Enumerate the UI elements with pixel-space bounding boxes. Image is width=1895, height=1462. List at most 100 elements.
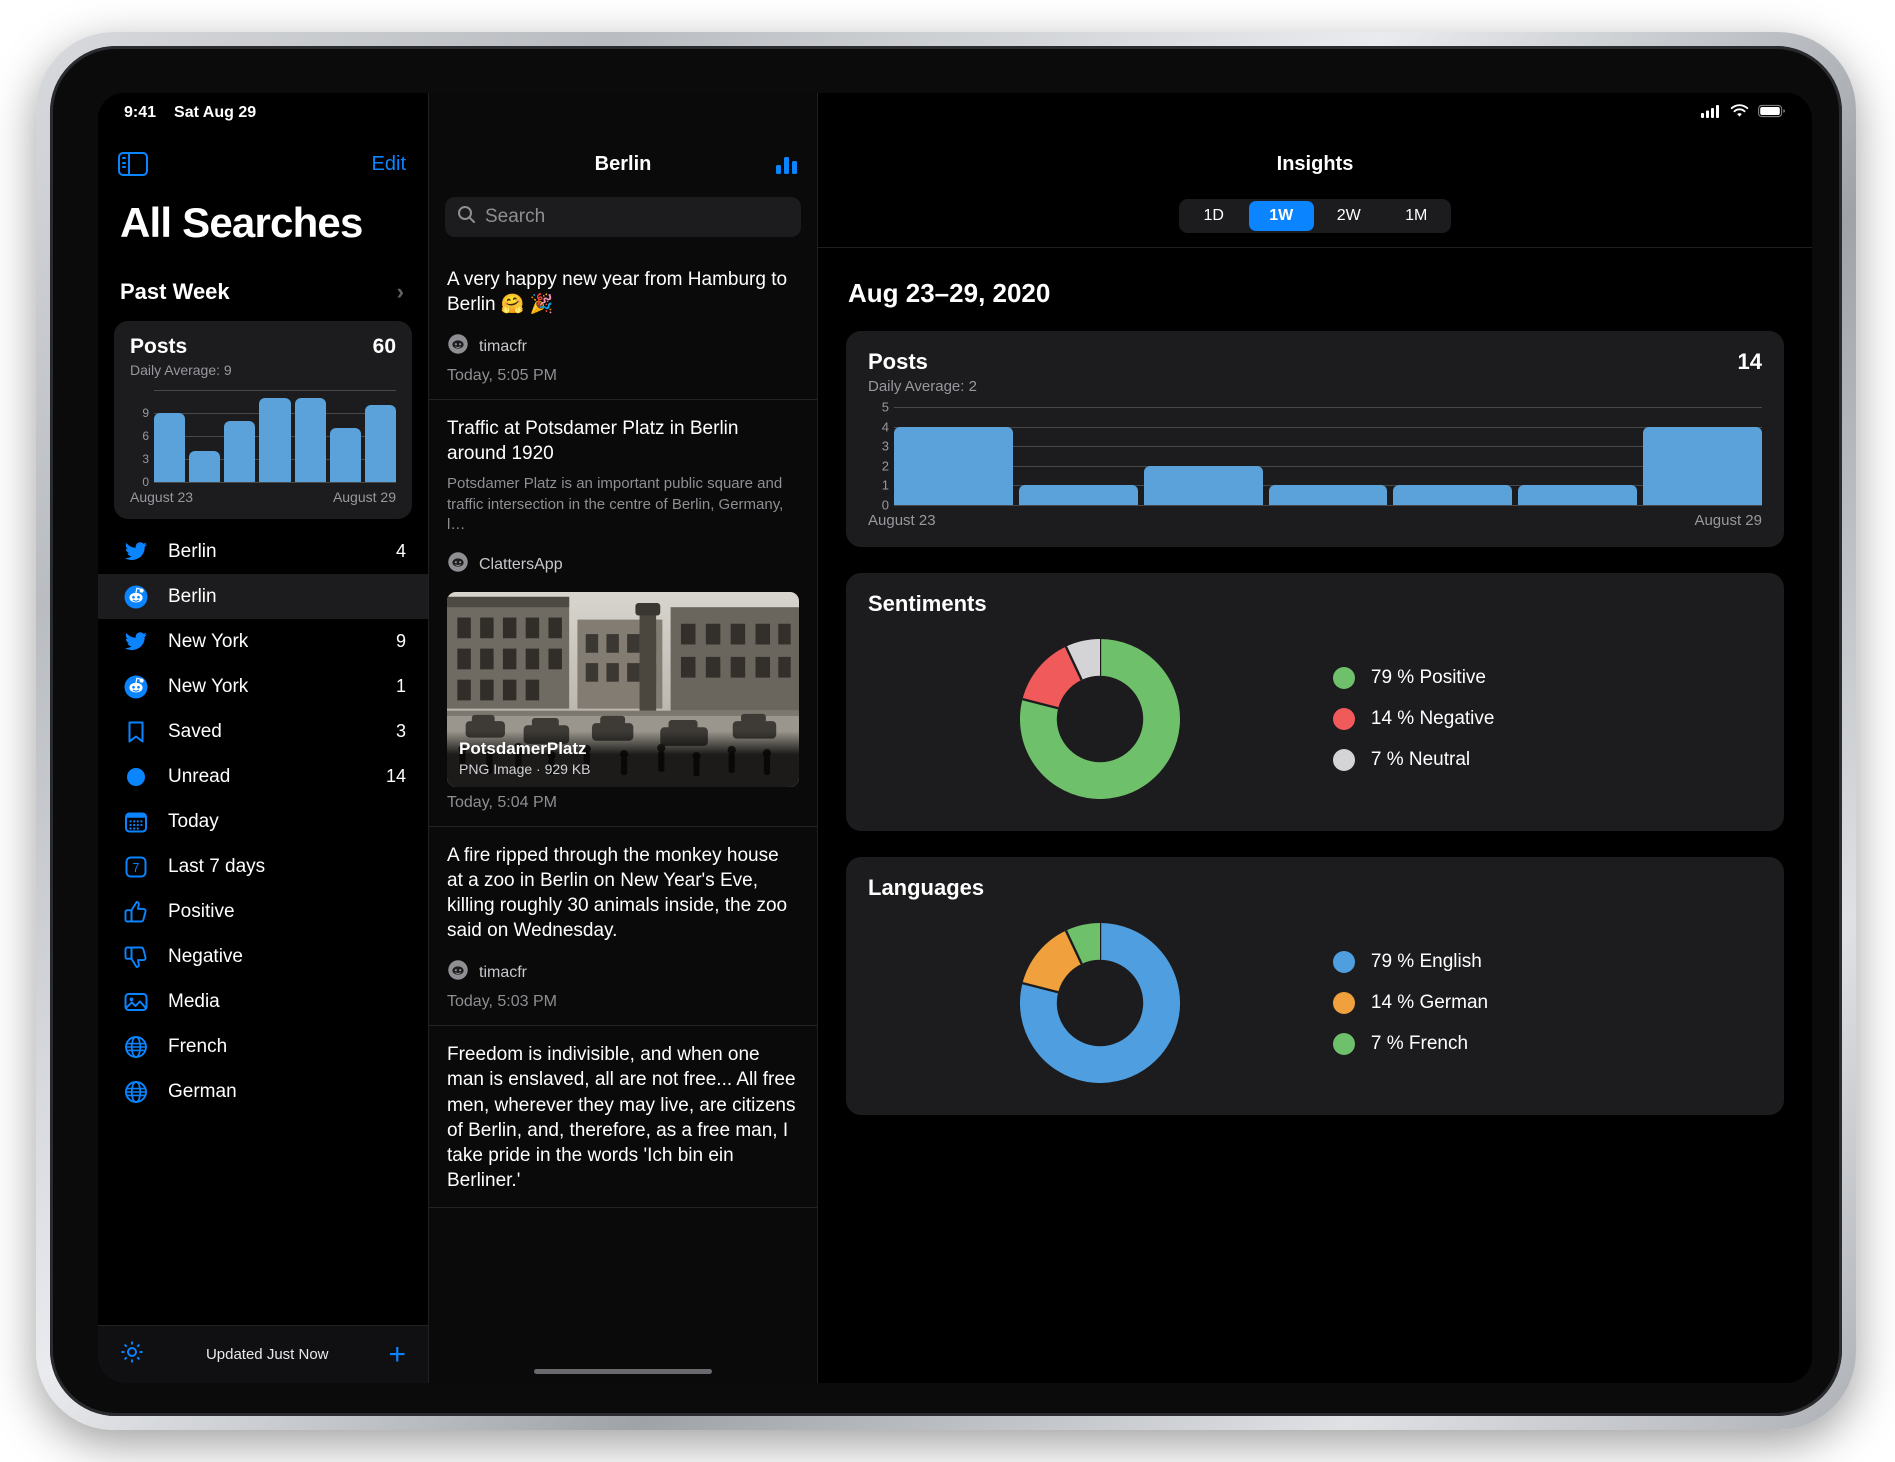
chart-bar xyxy=(1269,485,1388,505)
sidebar-item-label: Berlin xyxy=(168,586,388,608)
post-author: timacfr xyxy=(479,338,527,356)
post-title: Traffic at Potsdamer Platz in Berlin aro… xyxy=(447,416,799,466)
legend-item: 14 % Negative xyxy=(1333,708,1762,730)
past-week-section-header[interactable]: Past Week › xyxy=(98,247,428,315)
sidebar-item-unread-5[interactable]: Unread14 xyxy=(98,754,428,799)
sidebar-item-french-11[interactable]: French xyxy=(98,1024,428,1069)
post-timestamp: Today, 5:05 PM xyxy=(447,367,799,385)
chevron-right-icon[interactable]: › xyxy=(397,279,404,305)
sidebar-item-last-7-days-7[interactable]: 7Last 7 days xyxy=(98,844,428,889)
bar-chart-icon[interactable] xyxy=(776,154,797,174)
add-search-button[interactable]: + xyxy=(388,1340,406,1370)
chart-bar xyxy=(365,405,396,482)
reddit-icon xyxy=(447,959,469,986)
chart-bar xyxy=(295,398,326,482)
sidebar-item-berlin-1[interactable]: Berlin xyxy=(98,574,428,619)
bookmark-icon xyxy=(122,718,150,746)
post-excerpt: Potsdamer Platz is an important public s… xyxy=(447,474,799,535)
post-item[interactable]: Traffic at Potsdamer Platz in Berlin aro… xyxy=(429,400,817,827)
insights-posts-card[interactable]: Posts 14 Daily Average: 2 012345 August … xyxy=(846,331,1784,547)
chart-y-tick: 5 xyxy=(868,400,889,415)
sidebar-chart-x-end: August 29 xyxy=(333,489,396,505)
sidebar-list: Berlin4 Berlin New York9New York1Saved3Unr… xyxy=(98,529,428,1114)
insights-chart-x-start: August 23 xyxy=(868,512,936,529)
chart-y-tick: 0 xyxy=(868,498,889,513)
wifi-icon xyxy=(1730,104,1749,123)
post-timestamp: Today, 5:03 PM xyxy=(447,993,799,1011)
sentiments-donut-chart xyxy=(868,639,1333,799)
globe-icon xyxy=(122,1033,150,1061)
search-field[interactable]: Search xyxy=(445,197,801,237)
languages-donut-chart xyxy=(868,923,1333,1083)
segment-1d[interactable]: 1D xyxy=(1181,201,1247,231)
sidebar-item-saved-4[interactable]: Saved3 xyxy=(98,709,428,754)
list-toolbar: Berlin xyxy=(429,135,817,193)
sidebar-item-new-york-3[interactable]: New York1 xyxy=(98,664,428,709)
sidebar-toolbar: Edit xyxy=(98,135,428,193)
thumbs-up-icon xyxy=(122,898,150,926)
chart-bar xyxy=(189,451,220,482)
chart-y-tick: 4 xyxy=(868,419,889,434)
search-input[interactable]: Search xyxy=(485,206,545,228)
sentiments-card[interactable]: Sentiments 79 % Positive14 % Negative7 %… xyxy=(846,573,1784,831)
chart-bar xyxy=(259,398,290,482)
post-attachment-thumbnail[interactable]: PotsdamerPlatz PNG Image · 929 KB xyxy=(447,592,799,787)
calendar-icon xyxy=(122,808,150,836)
legend-item: 7 % French xyxy=(1333,1033,1762,1055)
sidebar-item-today-6[interactable]: Today xyxy=(98,799,428,844)
device-bezel: 9:41 Sat Aug 29 xyxy=(36,32,1856,1430)
sidebar-bar-chart: 0369 August 23 August 29 xyxy=(130,390,396,505)
sidebar-card-subtitle: Daily Average: 9 xyxy=(130,362,396,378)
chart-y-tick: 2 xyxy=(868,458,889,473)
segment-2w[interactable]: 2W xyxy=(1316,201,1382,231)
list-title: Berlin xyxy=(595,153,652,176)
sidebar-toggle-icon[interactable] xyxy=(118,152,148,176)
chart-y-tick: 1 xyxy=(868,478,889,493)
sidebar-item-label: Positive xyxy=(168,901,388,923)
insights-posts-subtitle: Daily Average: 2 xyxy=(868,378,1762,395)
post-item[interactable]: A fire ripped through the monkey house a… xyxy=(429,827,817,1026)
segment-1w[interactable]: 1W xyxy=(1249,201,1315,231)
sidebar-item-negative-9[interactable]: Negative xyxy=(98,934,428,979)
segment-1m[interactable]: 1M xyxy=(1384,201,1450,231)
sidebar-item-berlin-0[interactable]: Berlin4 xyxy=(98,529,428,574)
post-list-column: Berlin Search A very happy new year fro xyxy=(428,93,818,1383)
legend-color-dot xyxy=(1333,749,1355,771)
chart-y-tick: 0 xyxy=(130,475,149,489)
chart-bar xyxy=(1518,485,1637,505)
sidebar-posts-card[interactable]: Posts 60 Daily Average: 9 0369 August 23… xyxy=(114,321,412,519)
chart-bar xyxy=(330,428,361,482)
legend-color-dot xyxy=(1333,708,1355,730)
sidebar-item-media-10[interactable]: Media xyxy=(98,979,428,1024)
sidebar-item-label: Negative xyxy=(168,946,388,968)
post-meta: timacfr xyxy=(447,959,799,986)
page-title: All Searches xyxy=(98,193,428,247)
edit-button[interactable]: Edit xyxy=(372,153,406,176)
chart-bar xyxy=(1643,427,1762,505)
sidebar-item-label: Saved xyxy=(168,721,378,743)
languages-card[interactable]: Languages 79 % English14 % German7 % Fre… xyxy=(846,857,1784,1115)
gear-icon[interactable] xyxy=(118,1338,146,1371)
donut-segment xyxy=(1041,663,1074,703)
donut-segment xyxy=(1041,947,1074,987)
sidebar-item-count: 1 xyxy=(396,676,406,697)
status-date: Sat Aug 29 xyxy=(174,104,256,122)
post-list[interactable]: A very happy new year from Hamburg to Be… xyxy=(429,251,817,1299)
time-range-segmented-control[interactable]: 1D1W2W1M xyxy=(818,193,1812,248)
post-item[interactable]: Freedom is indivisible, and when one man… xyxy=(429,1026,817,1207)
sidebar-item-german-12[interactable]: German xyxy=(98,1069,428,1114)
languages-title: Languages xyxy=(868,875,1762,901)
insights-title: Insights xyxy=(1277,153,1354,176)
battery-icon xyxy=(1758,104,1786,123)
legend-item: 14 % German xyxy=(1333,992,1762,1014)
insights-column: Insights 1D1W2W1M Aug 23–29, 2020 Posts … xyxy=(818,93,1812,1383)
sidebar-item-new-york-2[interactable]: New York9 xyxy=(98,619,428,664)
sidebar-item-positive-8[interactable]: Positive xyxy=(98,889,428,934)
post-author: timacfr xyxy=(479,964,527,982)
sidebar-item-label: German xyxy=(168,1081,388,1103)
cellular-signal-icon xyxy=(1701,104,1721,123)
sidebar-bottom-toolbar: Updated Just Now + xyxy=(98,1325,428,1383)
device-inner-frame: 9:41 Sat Aug 29 xyxy=(50,46,1842,1416)
insights-chart-x-end: August 29 xyxy=(1694,512,1762,529)
post-item[interactable]: A very happy new year from Hamburg to Be… xyxy=(429,251,817,400)
